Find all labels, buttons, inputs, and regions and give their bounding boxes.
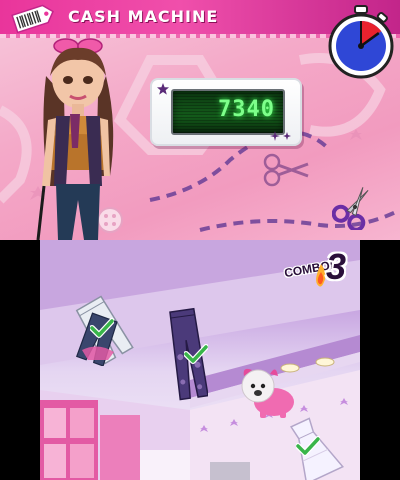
- scissors-icon: [332, 187, 369, 230]
- cash-display-panel: 7340: [150, 78, 302, 146]
- stopwatch-icon: [328, 5, 394, 79]
- bottom-screen[interactable]: COMBO! 3: [40, 240, 360, 480]
- game-title: CASH MACHINE: [68, 7, 219, 26]
- checkmark-icon: [296, 436, 320, 456]
- cash-screen: 7340: [171, 89, 285, 135]
- sparkle-icon: [270, 131, 291, 141]
- character-avatar: [36, 38, 114, 240]
- top-screen: CASH MACHINE 7340: [0, 0, 400, 240]
- plush-dog-item[interactable]: [236, 362, 300, 420]
- scissors-pattern-icon: [263, 153, 309, 187]
- cash-amount: 7340: [218, 97, 275, 122]
- checkmark-icon: [184, 344, 208, 364]
- price-tag-icon: [11, 4, 54, 33]
- combo-count: 3: [326, 246, 347, 287]
- checkmark-icon: [90, 318, 114, 338]
- combo-counter: COMBO! 3: [283, 246, 356, 294]
- star-icon: [157, 83, 169, 95]
